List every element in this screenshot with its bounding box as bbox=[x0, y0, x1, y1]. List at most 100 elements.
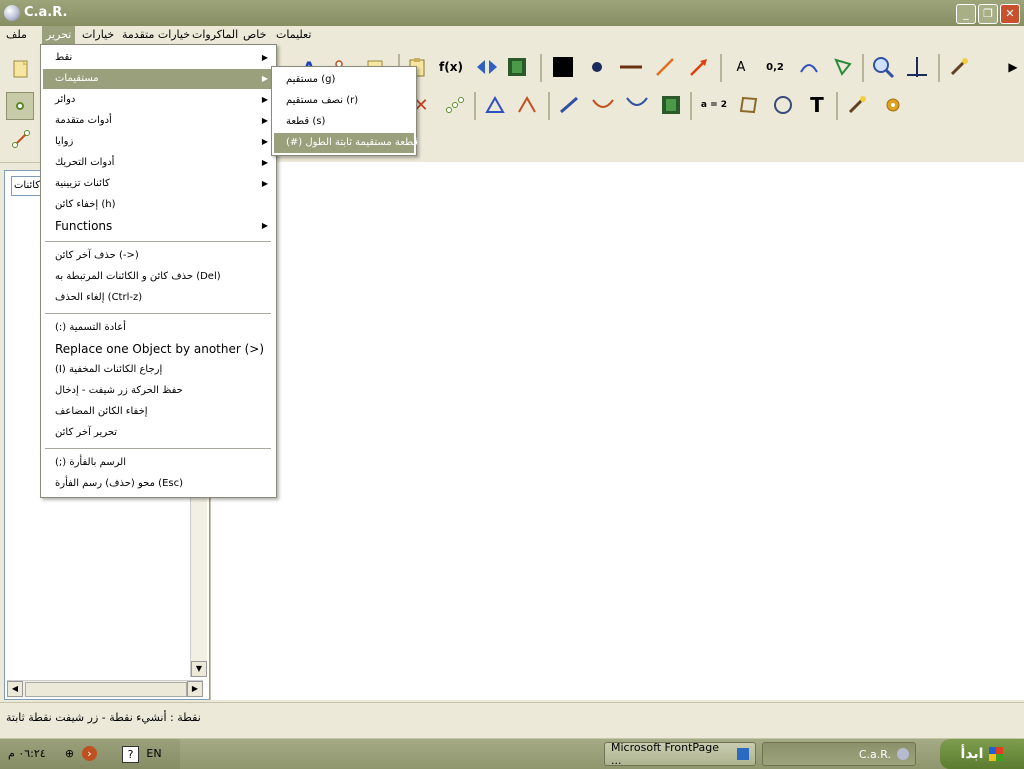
maximize-button[interactable]: ❐ bbox=[978, 4, 998, 24]
scroll-left-arrow[interactable]: ◀ bbox=[7, 681, 23, 697]
line-style-icon[interactable] bbox=[618, 54, 644, 80]
animation-icon[interactable] bbox=[658, 92, 684, 118]
angle-icon[interactable] bbox=[514, 92, 540, 118]
menu-item-show-hidden[interactable]: (I) إرجاع الكائنات المخفية bbox=[43, 360, 274, 380]
submenu-item-fixed-segment[interactable]: (#) قطعة مستقيمة ثابتة الطول bbox=[274, 133, 418, 153]
menu-item-clear-mouse-draw[interactable]: محو (حذف) رسم الفأرة (Esc) bbox=[43, 474, 274, 494]
midpoint-icon[interactable] bbox=[442, 92, 468, 118]
dot-icon[interactable] bbox=[584, 54, 610, 80]
black-square-icon[interactable] bbox=[550, 54, 576, 80]
menu-divider bbox=[45, 448, 271, 449]
toolbar-separator bbox=[862, 54, 864, 82]
task-car[interactable]: C.a.R. bbox=[762, 742, 916, 766]
arc-icon[interactable] bbox=[796, 54, 822, 80]
minimize-button[interactable]: _ bbox=[956, 4, 976, 24]
submenu-item-ray[interactable]: نصف مستقيم (r) bbox=[274, 91, 414, 111]
menu-item-edit-last[interactable]: تحرير آخر كائن bbox=[43, 423, 274, 443]
system-tray: ٠٦:٢٤ م ⊕ › ? EN bbox=[0, 739, 180, 769]
menu-item-advanced-tools[interactable]: أدوات متقدمة ▶ bbox=[43, 111, 274, 131]
curve-icon[interactable] bbox=[590, 92, 616, 118]
frontpage-icon bbox=[737, 748, 749, 760]
horizontal-scrollbar[interactable]: ◀ ▶ bbox=[7, 680, 203, 697]
arrow-diag-icon[interactable] bbox=[652, 54, 678, 80]
status-text: نقطة : أنشيء نقطة - زر شيفت نقطة ثابتة bbox=[6, 711, 201, 724]
scroll-down-arrow[interactable]: ▼ bbox=[191, 661, 207, 677]
task-car-label: C.a.R. bbox=[858, 747, 891, 761]
close-button[interactable]: ✕ bbox=[1000, 4, 1020, 24]
reflect-icon[interactable] bbox=[474, 54, 500, 80]
locus-icon[interactable] bbox=[624, 92, 650, 118]
menu-item-points[interactable]: نقط ▶ bbox=[43, 48, 274, 68]
help-tray-icon[interactable]: ? bbox=[122, 746, 139, 763]
toolbar-separator bbox=[938, 54, 940, 82]
magic-wand-icon[interactable] bbox=[946, 54, 972, 80]
menu-help[interactable]: تعليمات bbox=[276, 28, 311, 41]
quadrilateral-icon[interactable] bbox=[736, 92, 762, 118]
polygon-icon[interactable] bbox=[482, 92, 508, 118]
axes-icon[interactable] bbox=[904, 54, 930, 80]
toolbar-separator bbox=[474, 92, 476, 120]
start-button[interactable]: ابدأ bbox=[940, 739, 1024, 769]
menu-item-angles[interactable]: زوايا ▶ bbox=[43, 132, 274, 152]
menu-item-hide-duplicate[interactable]: إخفاء الكائن المضاعف bbox=[43, 402, 274, 422]
menu-item-circles[interactable]: دوائر ▶ bbox=[43, 90, 274, 110]
angle-triangle-icon[interactable] bbox=[830, 54, 856, 80]
app-icon bbox=[4, 5, 20, 21]
edit-menu: نقط ▶ مستقيمات ▶ دوائر ▶ أدوات متقدمة ▶ زواي… bbox=[40, 44, 277, 498]
menu-item-delete-last[interactable]: حذف آخر كائن (->) bbox=[43, 246, 274, 266]
macro-wand-icon[interactable] bbox=[844, 92, 870, 118]
scroll-right-arrow[interactable]: ▶ bbox=[187, 681, 203, 697]
submenu-item-segment[interactable]: قطعة (s) bbox=[274, 112, 414, 132]
text-tool-icon[interactable]: T bbox=[804, 92, 830, 118]
menu-divider bbox=[45, 313, 271, 314]
expression-icon[interactable]: a = 2 bbox=[698, 92, 730, 118]
menu-special[interactable]: خاص bbox=[243, 28, 266, 41]
zoom-icon[interactable] bbox=[870, 54, 896, 80]
circle-points-icon[interactable] bbox=[770, 92, 796, 118]
point-tool-icon[interactable] bbox=[6, 92, 34, 120]
submenu-item-line[interactable]: مستقيم (g) bbox=[274, 70, 414, 90]
language-indicator[interactable]: EN bbox=[144, 746, 164, 761]
menu-file[interactable]: ملف bbox=[6, 28, 27, 41]
point-label-icon[interactable]: A bbox=[728, 54, 754, 80]
car-icon bbox=[897, 748, 909, 760]
taskbar: ٠٦:٢٤ م ⊕ › ? EN Microsoft FrontPage ...… bbox=[0, 738, 1024, 769]
network-icon[interactable]: ⊕ bbox=[62, 746, 77, 761]
vector-icon[interactable] bbox=[686, 54, 712, 80]
menu-item-undo-delete[interactable]: إلغاء الحذف (Ctrl-z) bbox=[43, 288, 274, 308]
menu-item-mouse-draw[interactable]: (;) الرسم بالفأرة bbox=[43, 453, 274, 473]
menu-item-replace-object[interactable]: Replace one Object by another (>) bbox=[43, 339, 274, 359]
menu-advanced-options[interactable]: خيارات متقدمة bbox=[122, 28, 190, 41]
menu-options[interactable]: خيارات bbox=[82, 28, 114, 41]
menu-item-lines[interactable]: مستقيمات ▶ bbox=[43, 69, 274, 89]
lines-submenu: مستقيم (g) نصف مستقيم (r) قطعة (s) (#) ق… bbox=[271, 66, 418, 156]
new-file-icon[interactable] bbox=[8, 56, 34, 82]
coordinates-icon[interactable]: 0,2 bbox=[762, 54, 788, 80]
toolbar-more-arrow[interactable]: ▶ bbox=[1000, 54, 1024, 80]
toolbar-separator bbox=[548, 92, 550, 120]
menu-edit[interactable]: تحرير bbox=[42, 26, 76, 44]
status-bar: نقطة : أنشيء نقطة - زر شيفت نقطة ثابتة bbox=[0, 702, 1024, 733]
scroll-thumb[interactable] bbox=[25, 682, 187, 697]
menu-item-decorative[interactable]: كائنات تزيينية ▶ bbox=[43, 174, 274, 194]
menu-item-hide-object[interactable]: إخفاء كائن (h) bbox=[43, 195, 274, 215]
function-icon[interactable]: f(x) bbox=[438, 54, 464, 80]
clock: ٠٦:٢٤ م bbox=[8, 747, 46, 760]
move-icon[interactable] bbox=[556, 92, 582, 118]
animation-film-icon[interactable] bbox=[504, 54, 530, 80]
menu-item-save-motion[interactable]: حفظ الحركة زر شيفت - إدخال bbox=[43, 381, 274, 401]
menu-item-delete-object[interactable]: حذف كائن و الكائنات المرتبطة به (Del) bbox=[43, 267, 274, 287]
task-frontpage[interactable]: Microsoft FrontPage ... bbox=[604, 741, 756, 767]
menu-item-functions[interactable]: Functions ▶ bbox=[43, 216, 274, 236]
menu-item-rename[interactable]: (:) أعادة التسمية bbox=[43, 318, 274, 338]
menu-divider bbox=[45, 241, 271, 242]
menu-item-move-tools[interactable]: أدوات التحريك ▶ bbox=[43, 153, 274, 173]
menu-macros[interactable]: الماكروات bbox=[192, 28, 238, 41]
settings-gear-icon[interactable] bbox=[880, 92, 906, 118]
menu-bar: ملف تحرير خيارات خيارات متقدمة الماكروات… bbox=[0, 26, 1024, 44]
toolbar-separator bbox=[690, 92, 692, 120]
drawing-canvas[interactable] bbox=[210, 162, 1024, 700]
segment-point-icon[interactable] bbox=[8, 126, 34, 152]
media-icon[interactable]: › bbox=[82, 746, 97, 761]
toolbar-separator bbox=[720, 54, 722, 82]
